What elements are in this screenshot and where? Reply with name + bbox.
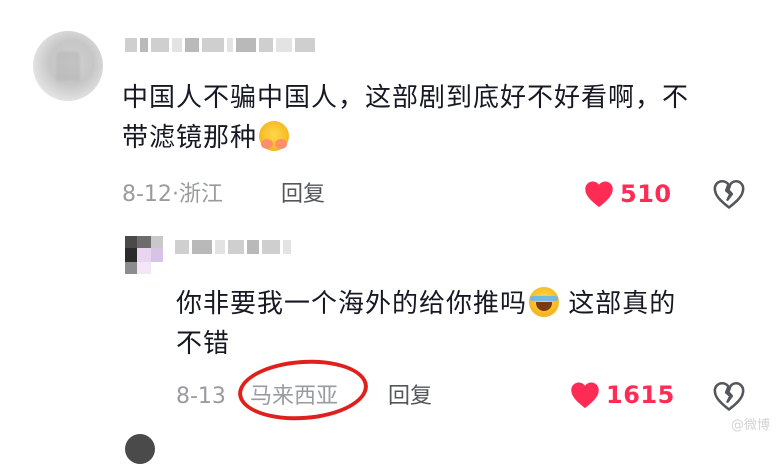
like-count: 510 — [620, 180, 672, 208]
commenter-username-redacted[interactable] — [125, 38, 315, 52]
reply-button-2[interactable]: 回复 — [388, 382, 432, 412]
broken-heart-icon[interactable] — [712, 178, 746, 210]
annotation-circle — [236, 355, 370, 425]
reply-username-redacted[interactable] — [175, 240, 291, 254]
reply-text: 你非要我一个海外的给你推吗 这部真的 不错 — [176, 284, 756, 364]
commenter-avatar[interactable] — [33, 31, 103, 101]
comment-line-1: 中国人不骗中国人，这部剧到底好不好看啊，不 — [122, 83, 690, 113]
rolling-laughing-emoji-icon — [529, 287, 560, 317]
comment-date: 8-12 — [122, 182, 172, 207]
reply-button[interactable]: 回复 — [281, 180, 325, 210]
reply-line-1a: 你非要我一个海外的给你推吗 — [176, 289, 528, 319]
next-comment-avatar[interactable] — [125, 434, 155, 464]
reply-line-2: 不错 — [176, 329, 231, 359]
like-button[interactable]: 510 — [584, 180, 672, 208]
heart-icon — [571, 382, 599, 409]
heart-icon — [585, 181, 613, 208]
comment-meta: 8-12·浙江 — [122, 180, 223, 210]
reply-avatar[interactable] — [125, 236, 163, 274]
reply-date: 8-13 — [176, 384, 226, 409]
comment-location: 浙江 — [178, 182, 223, 207]
comment-text: 中国人不骗中国人，这部剧到底好不好看啊，不 带滤镜那种 — [122, 78, 762, 158]
like-button-2[interactable]: 1615 — [570, 381, 675, 409]
meta-separator: · — [171, 182, 179, 207]
comment-line-2: 带滤镜那种 — [122, 123, 258, 153]
hugging-face-emoji-icon — [259, 121, 290, 151]
broken-heart-icon[interactable] — [712, 380, 746, 412]
reply-line-1b: 这部真的 — [568, 289, 677, 319]
like-count-2: 1615 — [606, 381, 675, 409]
watermark: @微博 — [730, 418, 770, 433]
